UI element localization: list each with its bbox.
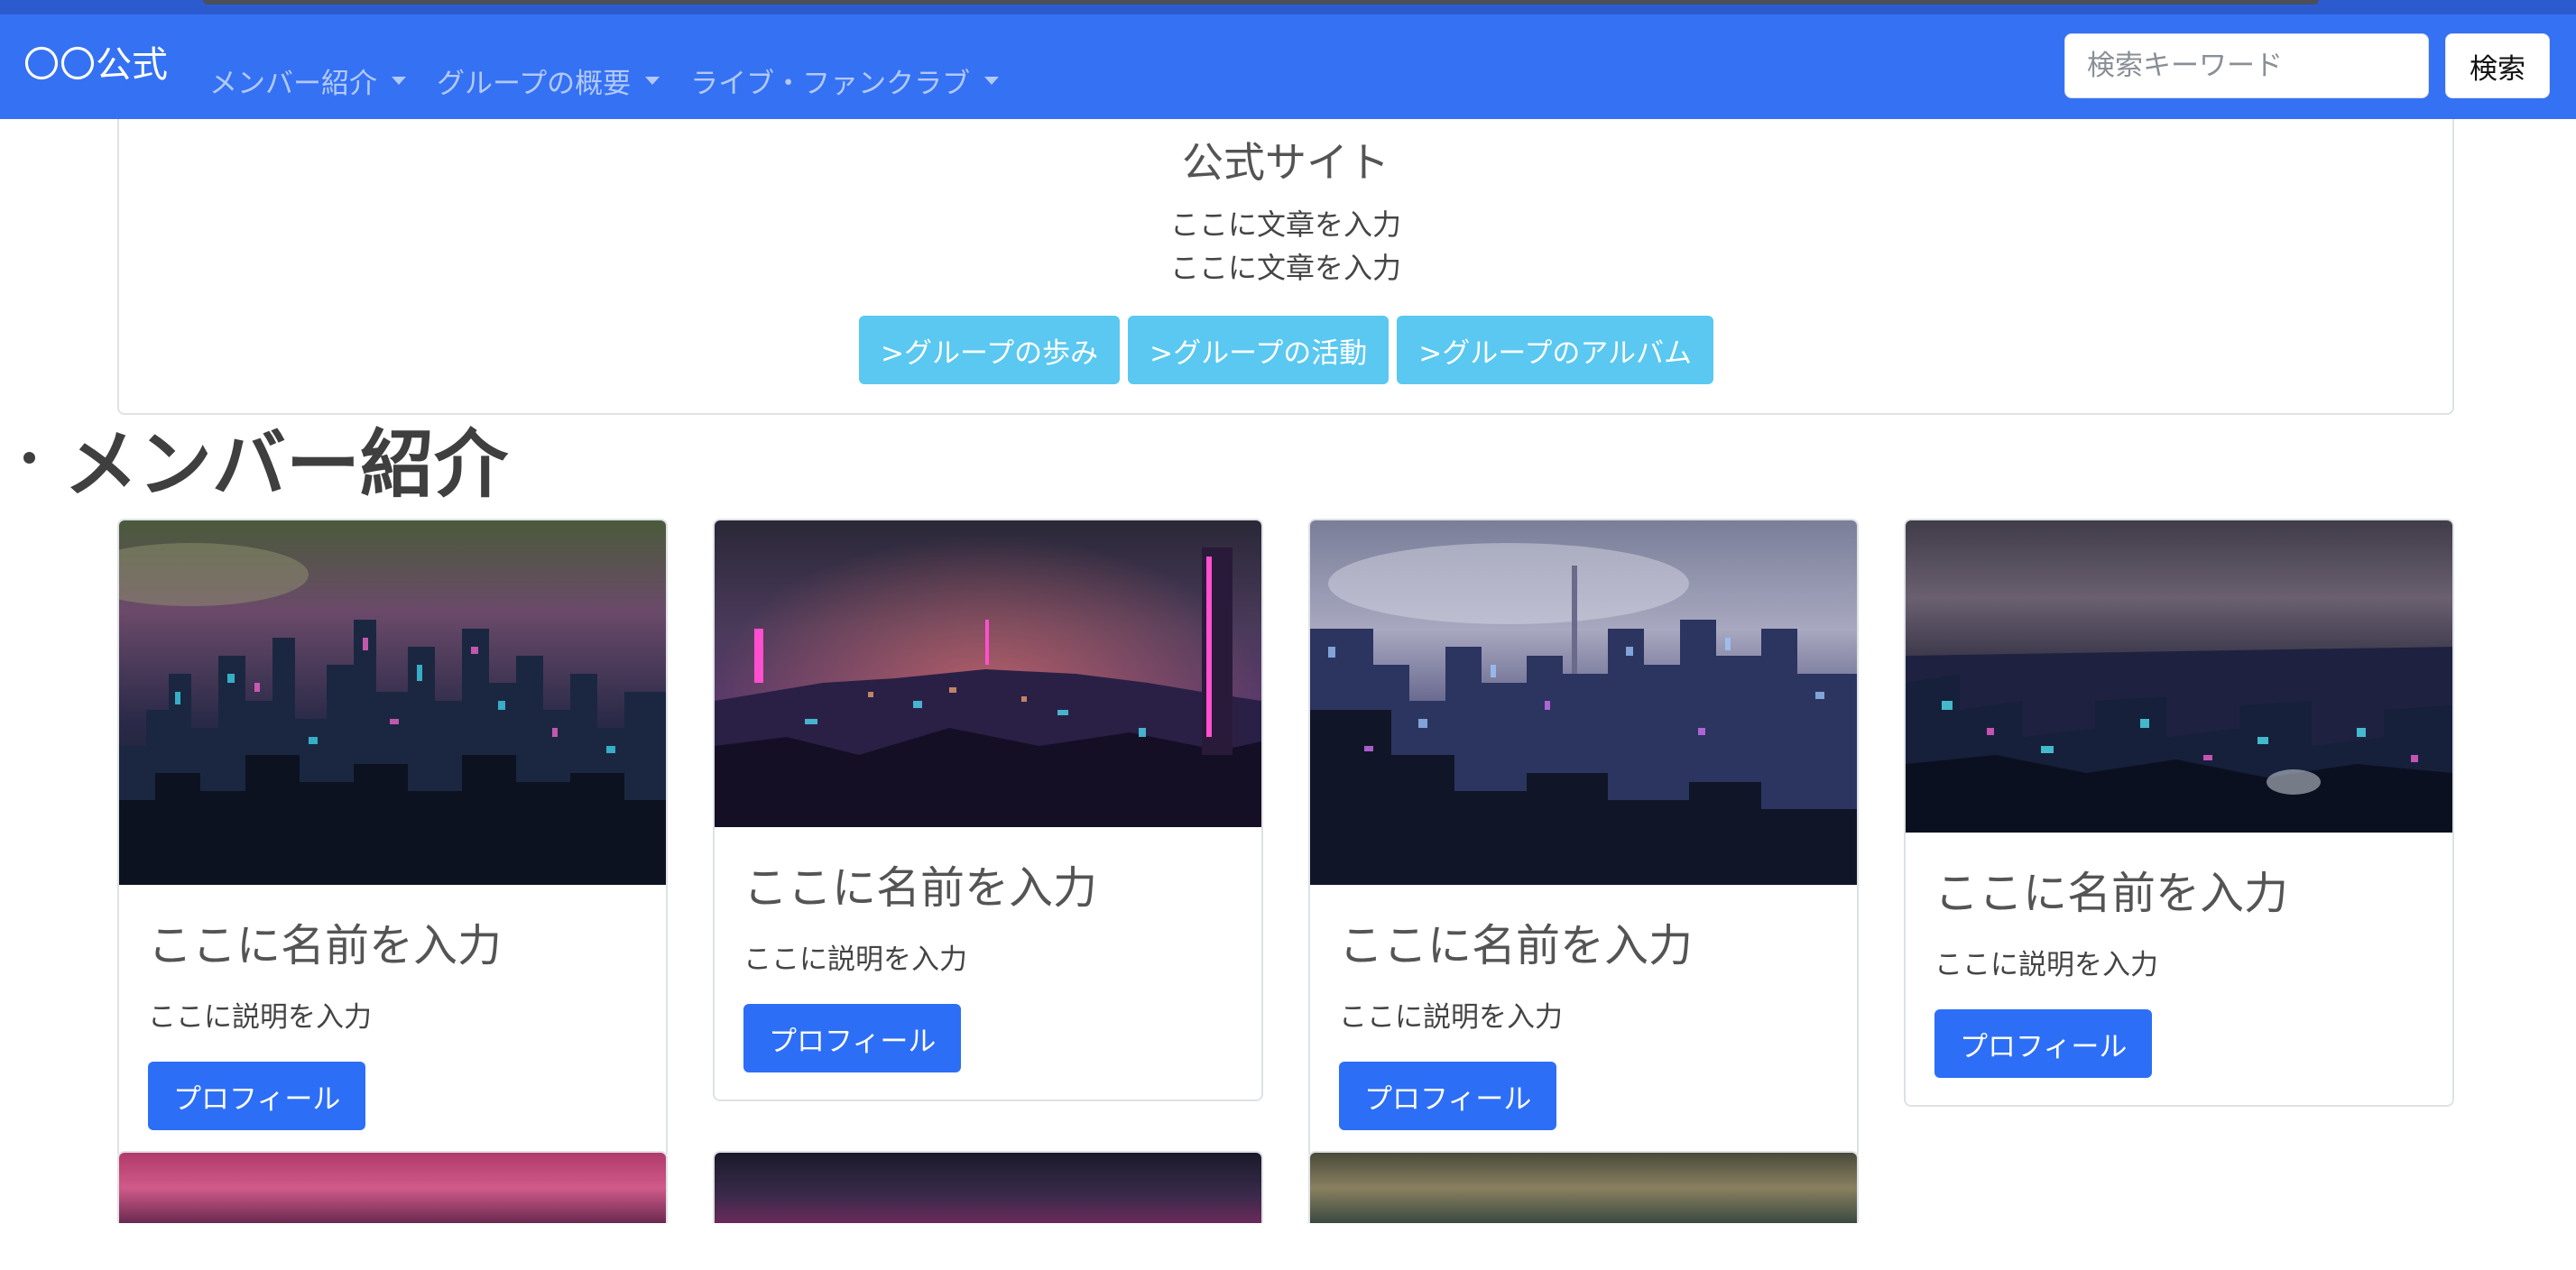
hero-panel: 公式サイト ここに文章を入力 ここに文章を入力 >グループの歩み >グループの活…	[117, 119, 2454, 415]
member-card: ここに名前を入力 ここに説明を入力 プロフィール	[117, 519, 668, 1159]
nav-menu: メンバー紹介 グループの概要 ライブ・ファンクラブ	[209, 41, 1029, 119]
nav-dropdown-live-fanclub[interactable]: ライブ・ファンクラブ	[690, 41, 1000, 119]
caret-down-icon	[984, 76, 1000, 85]
group-history-button[interactable]: >グループの歩み	[859, 316, 1121, 384]
nav-dropdown-overview[interactable]: グループの概要	[437, 41, 660, 119]
member-card-partial	[1308, 1151, 1859, 1223]
nav-dropdown-label: ライブ・ファンクラブ	[690, 67, 971, 100]
caret-down-icon	[392, 76, 406, 85]
nav-dropdown-label: グループの概要	[437, 67, 632, 100]
members-section-heading: メンバー紹介	[23, 408, 508, 508]
member-name: ここに名前を入力	[148, 920, 503, 971]
search-input[interactable]	[2064, 33, 2429, 98]
bullet-icon	[23, 451, 35, 464]
member-description: ここに説明を入力	[743, 943, 967, 976]
group-activity-button[interactable]: >グループの活動	[1128, 316, 1390, 384]
member-description: ここに説明を入力	[1339, 1001, 1563, 1034]
member-description: ここに説明を入力	[148, 1001, 372, 1034]
member-name: ここに名前を入力	[743, 862, 1098, 914]
hero-text-line: ここに文章を入力	[1169, 207, 1401, 242]
city-night-image	[1310, 520, 1857, 885]
browser-top-strip	[0, 0, 2576, 14]
city-night-image	[715, 520, 1261, 827]
profile-button[interactable]: プロフィール	[148, 1062, 366, 1130]
member-card: ここに名前を入力 ここに説明を入力 プロフィール	[1308, 519, 1859, 1159]
hero-button-group: >グループの歩み >グループの活動 >グループのアルバム	[859, 316, 1722, 384]
profile-button[interactable]: プロフィール	[1934, 1009, 2153, 1078]
member-card: ここに名前を入力 ここに説明を入力 プロフィール	[713, 519, 1263, 1101]
search-button[interactable]: 検索	[2445, 33, 2550, 98]
brand-logo[interactable]: 〇〇公式	[23, 32, 168, 97]
city-night-image	[1906, 520, 2452, 833]
member-card-partial	[713, 1151, 1263, 1223]
member-card-partial	[117, 1151, 668, 1223]
hero-text-line: ここに文章を入力	[1169, 251, 1401, 285]
city-night-image	[119, 520, 666, 885]
profile-button[interactable]: プロフィール	[1339, 1062, 1557, 1130]
navbar: 〇〇公式 メンバー紹介 グループの概要 ライブ・ファンクラブ 検索	[0, 14, 2576, 119]
caret-down-icon	[645, 76, 660, 85]
member-card: ここに名前を入力 ここに説明を入力 プロフィール	[1904, 519, 2454, 1107]
member-name: ここに名前を入力	[1934, 868, 2289, 919]
hero-title: 公式サイト	[1182, 138, 1390, 187]
profile-button[interactable]: プロフィール	[743, 1004, 962, 1072]
nav-dropdown-label: メンバー紹介	[209, 67, 377, 100]
member-name: ここに名前を入力	[1339, 920, 1694, 971]
nav-dropdown-members[interactable]: メンバー紹介	[209, 41, 406, 119]
members-heading-text: メンバー紹介	[64, 421, 509, 508]
group-album-button[interactable]: >グループのアルバム	[1397, 316, 1714, 384]
member-description: ここに説明を入力	[1934, 949, 2158, 981]
